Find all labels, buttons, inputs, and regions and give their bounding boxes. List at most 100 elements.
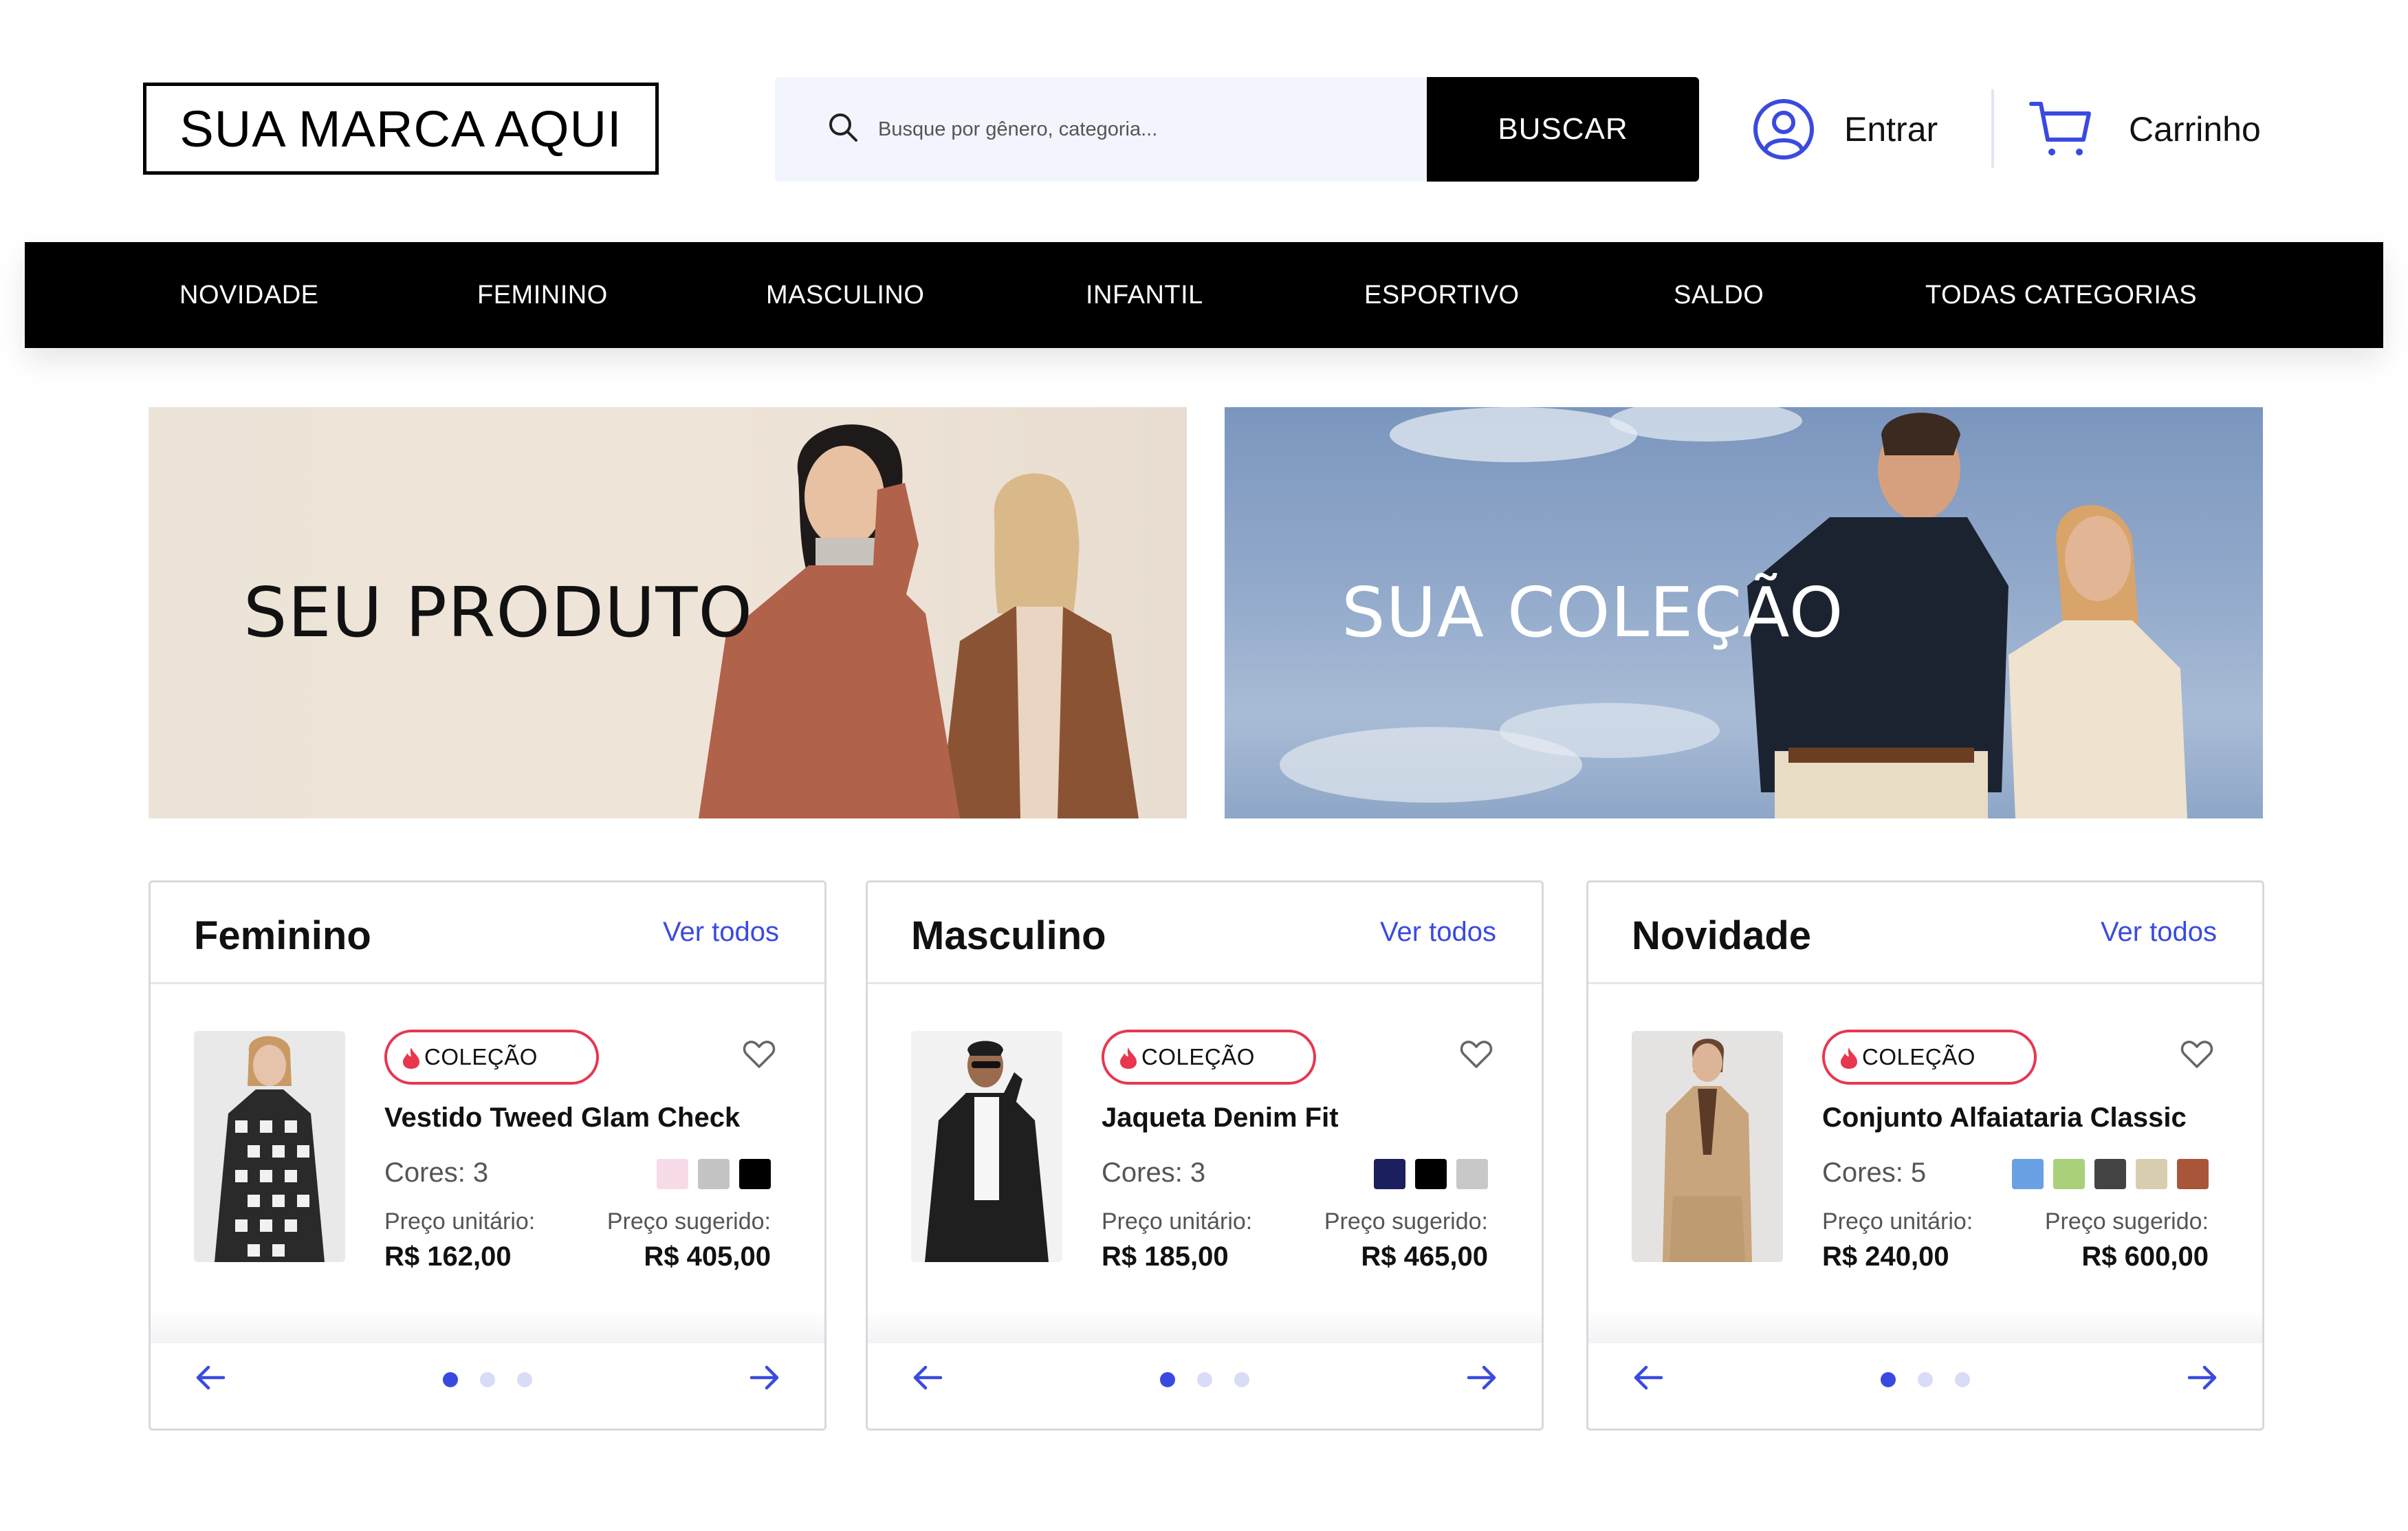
carousel-dot[interactable] [480, 1372, 495, 1387]
nav-item-todas-categorias[interactable]: TODAS CATEGORIAS [1925, 242, 2197, 348]
color-swatch[interactable] [2094, 1159, 2126, 1189]
card-header: Masculino Ver todos [868, 882, 1542, 984]
product-image[interactable] [911, 1031, 1062, 1262]
banner-collection-title: SUA COLEÇÃO [1342, 572, 1844, 653]
nav-item-infantil[interactable]: INFANTIL [1086, 242, 1203, 348]
search-button[interactable]: BUSCAR [1427, 77, 1699, 182]
carousel-dot[interactable] [1918, 1372, 1933, 1387]
product-card-masculino: Masculino Ver todos COLEÇÃO Jaqueta Deni… [866, 880, 1544, 1431]
colors-count: Cores: 3 [384, 1158, 489, 1188]
nav-item-saldo[interactable]: SALDO [1674, 242, 1764, 348]
collection-badge: COLEÇÃO [384, 1030, 599, 1085]
unit-price-label: Preço unitário: [1822, 1208, 1973, 1235]
login-label: Entrar [1844, 110, 1938, 149]
brand-logo-text: SUA MARCA AQUI [179, 100, 622, 158]
suggested-price: R$ 465,00 [1361, 1241, 1488, 1272]
collection-badge: COLEÇÃO [1822, 1030, 2037, 1085]
carousel-dot[interactable] [443, 1372, 458, 1387]
product-name[interactable]: Jaqueta Denim Fit [1102, 1103, 1339, 1133]
color-swatch[interactable] [739, 1159, 771, 1189]
color-swatch[interactable] [2136, 1159, 2167, 1189]
nav-item-masculino[interactable]: MASCULINO [766, 242, 924, 348]
search-input[interactable] [878, 105, 1483, 154]
color-swatch[interactable] [2012, 1159, 2044, 1189]
carousel-dots [868, 1372, 1542, 1387]
suggested-price-label: Preço sugerido: [606, 1208, 771, 1235]
unit-price: R$ 185,00 [1102, 1241, 1229, 1272]
login-link[interactable]: Entrar [1752, 96, 1938, 162]
nav-item-feminino[interactable]: FEMININO [477, 242, 608, 348]
badge-label: COLEÇÃO [1862, 1044, 1975, 1069]
brand-logo[interactable]: SUA MARCA AQUI [143, 83, 659, 175]
suggested-price-label: Preço sugerido: [1324, 1208, 1488, 1235]
banner-product[interactable]: SEU PRODUTO [149, 407, 1187, 818]
see-all-link[interactable]: Ver todos [2101, 917, 2217, 948]
collection-badge: COLEÇÃO [1102, 1030, 1316, 1085]
suggested-price-label: Preço sugerido: [2044, 1208, 2209, 1235]
color-swatches [657, 1159, 771, 1189]
unit-price-label: Preço unitário: [384, 1208, 536, 1235]
carousel-dots [1588, 1372, 2262, 1387]
carousel-dots [151, 1372, 824, 1387]
banner-collection[interactable]: SUA COLEÇÃO [1225, 407, 2263, 818]
product-image[interactable] [1632, 1031, 1783, 1262]
flame-icon [403, 1047, 419, 1069]
color-swatch[interactable] [1456, 1159, 1488, 1189]
product-card-feminino: Feminino Ver todos COLEÇÃO Vestido Tweed… [149, 880, 827, 1431]
color-swatch[interactable] [1415, 1159, 1447, 1189]
unit-price-label: Preço unitário: [1102, 1208, 1253, 1235]
product-image[interactable] [194, 1031, 345, 1262]
heart-icon[interactable] [1459, 1038, 1493, 1069]
card-header: Novidade Ver todos [1588, 882, 2262, 984]
suggested-price: R$ 600,00 [2081, 1241, 2209, 1272]
flame-icon [1841, 1047, 1857, 1069]
card-header: Feminino Ver todos [151, 882, 824, 984]
color-swatch[interactable] [1374, 1159, 1405, 1189]
carousel-dot[interactable] [517, 1372, 532, 1387]
arrow-right-icon[interactable] [749, 1364, 780, 1391]
nav-item-esportivo[interactable]: ESPORTIVO [1364, 242, 1520, 348]
shopping-cart-icon [2029, 102, 2091, 155]
see-all-link[interactable]: Ver todos [663, 917, 779, 948]
nav-item-novidade[interactable]: NOVIDADE [179, 242, 318, 348]
carousel-dot[interactable] [1160, 1372, 1175, 1387]
header-divider [1991, 89, 1994, 168]
color-swatch[interactable] [2053, 1159, 2085, 1189]
cart-link[interactable]: Carrinho [2028, 95, 2261, 164]
user-circle-icon [1753, 99, 1814, 160]
flame-icon [1120, 1047, 1137, 1069]
product-name[interactable]: Conjunto Alfaiataria Classic [1822, 1103, 2187, 1133]
badge-label: COLEÇÃO [424, 1044, 538, 1069]
badge-label: COLEÇÃO [1141, 1044, 1255, 1069]
card-title: Feminino [194, 913, 371, 958]
color-swatch[interactable] [2177, 1159, 2209, 1189]
heart-icon[interactable] [742, 1038, 776, 1069]
color-swatches [1374, 1159, 1488, 1189]
heart-icon[interactable] [2180, 1038, 2214, 1069]
carousel-dot[interactable] [1197, 1372, 1212, 1387]
unit-price: R$ 240,00 [1822, 1241, 1949, 1272]
search-icon [829, 113, 857, 142]
product-name[interactable]: Vestido Tweed Glam Check [384, 1103, 740, 1133]
carousel-dot[interactable] [1234, 1372, 1249, 1387]
see-all-link[interactable]: Ver todos [1380, 917, 1496, 948]
main-nav: NOVIDADE FEMININO MASCULINO INFANTIL ESP… [25, 242, 2383, 348]
unit-price: R$ 162,00 [384, 1241, 512, 1272]
carousel-dot[interactable] [1955, 1372, 1970, 1387]
search-bar: BUSCAR [775, 77, 1699, 182]
colors-count: Cores: 5 [1822, 1158, 1927, 1188]
color-swatches [2012, 1159, 2209, 1189]
banner-product-title: SEU PRODUTO [243, 572, 754, 653]
card-title: Novidade [1632, 913, 1812, 958]
card-divider [151, 1309, 824, 1343]
color-swatch[interactable] [657, 1159, 688, 1189]
suggested-price: R$ 405,00 [644, 1241, 771, 1272]
card-title: Masculino [911, 913, 1106, 958]
carousel-dot[interactable] [1881, 1372, 1896, 1387]
cart-label: Carrinho [2129, 110, 2261, 149]
card-divider [1588, 1309, 2262, 1343]
arrow-right-icon[interactable] [2187, 1364, 2218, 1391]
product-card-novidade: Novidade Ver todos COLEÇÃO Conjunto Alfa… [1586, 880, 2264, 1431]
color-swatch[interactable] [698, 1159, 730, 1189]
arrow-right-icon[interactable] [1466, 1364, 1498, 1391]
